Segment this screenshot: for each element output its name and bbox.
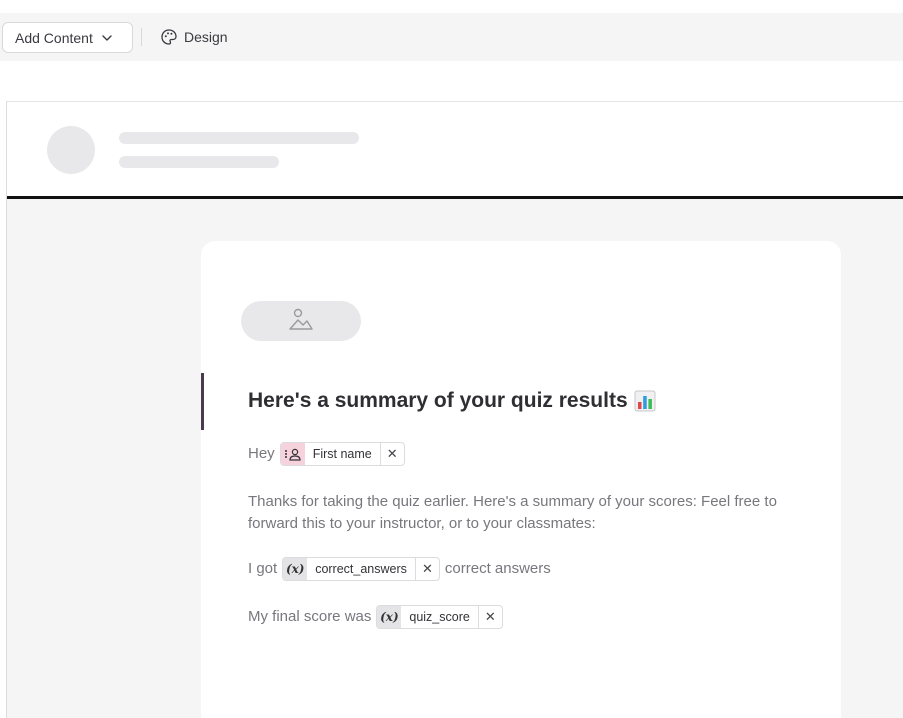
skeleton-line: [119, 156, 279, 168]
image-placeholder[interactable]: [241, 301, 361, 341]
email-canvas: Here's a summary of your quiz results He…: [6, 101, 903, 718]
active-block-indicator: [201, 373, 204, 430]
variable-tag-label: quiz_score: [401, 606, 479, 628]
contact-field-icon: [280, 443, 305, 465]
greeting-line[interactable]: Hey First name ✕: [248, 442, 410, 466]
editor-toolbar: Add Content Design: [0, 13, 903, 61]
remove-tag-button[interactable]: ✕: [479, 606, 502, 628]
variable-icon: (x): [377, 606, 402, 628]
quiz-score-variable-tag[interactable]: (x) quiz_score ✕: [376, 605, 503, 629]
toolbar-divider: [141, 28, 142, 46]
skeleton-line: [119, 132, 359, 144]
palette-icon: [160, 28, 178, 46]
body-text: Thanks for taking the quiz earlier. Here…: [248, 493, 777, 532]
final-score-line[interactable]: My final score was (x) quiz_score ✕: [248, 605, 508, 629]
variable-tag-label: correct_answers: [307, 558, 416, 580]
body-paragraph[interactable]: Thanks for taking the quiz earlier. Here…: [248, 491, 808, 535]
correct-prefix: I got: [248, 560, 278, 577]
bar-chart-emoji-icon: [634, 390, 656, 412]
design-button[interactable]: Design: [160, 24, 228, 50]
correct-suffix: correct answers: [444, 560, 551, 577]
variable-icon: (x): [283, 558, 308, 580]
email-body-card: Here's a summary of your quiz results He…: [201, 241, 841, 718]
correct-answers-line[interactable]: I got (x) correct_answers ✕ correct answ…: [248, 557, 551, 581]
avatar: [47, 126, 95, 174]
score-prefix: My final score was: [248, 608, 372, 625]
greeting-prefix: Hey: [248, 445, 275, 462]
email-heading[interactable]: Here's a summary of your quiz results: [248, 389, 656, 413]
chevron-down-icon: [101, 32, 113, 44]
add-content-label: Add Content: [15, 29, 93, 46]
image-icon: [288, 307, 314, 336]
remove-tag-button[interactable]: ✕: [381, 443, 404, 465]
sender-header-placeholder: [7, 102, 903, 199]
correct-answers-variable-tag[interactable]: (x) correct_answers ✕: [282, 557, 440, 581]
add-content-button[interactable]: Add Content: [2, 22, 133, 53]
remove-tag-button[interactable]: ✕: [416, 558, 439, 580]
merge-tag-label: First name: [305, 443, 381, 465]
design-label: Design: [184, 29, 228, 45]
first-name-merge-tag[interactable]: First name ✕: [279, 442, 405, 466]
email-heading-text: Here's a summary of your quiz results: [248, 389, 628, 412]
